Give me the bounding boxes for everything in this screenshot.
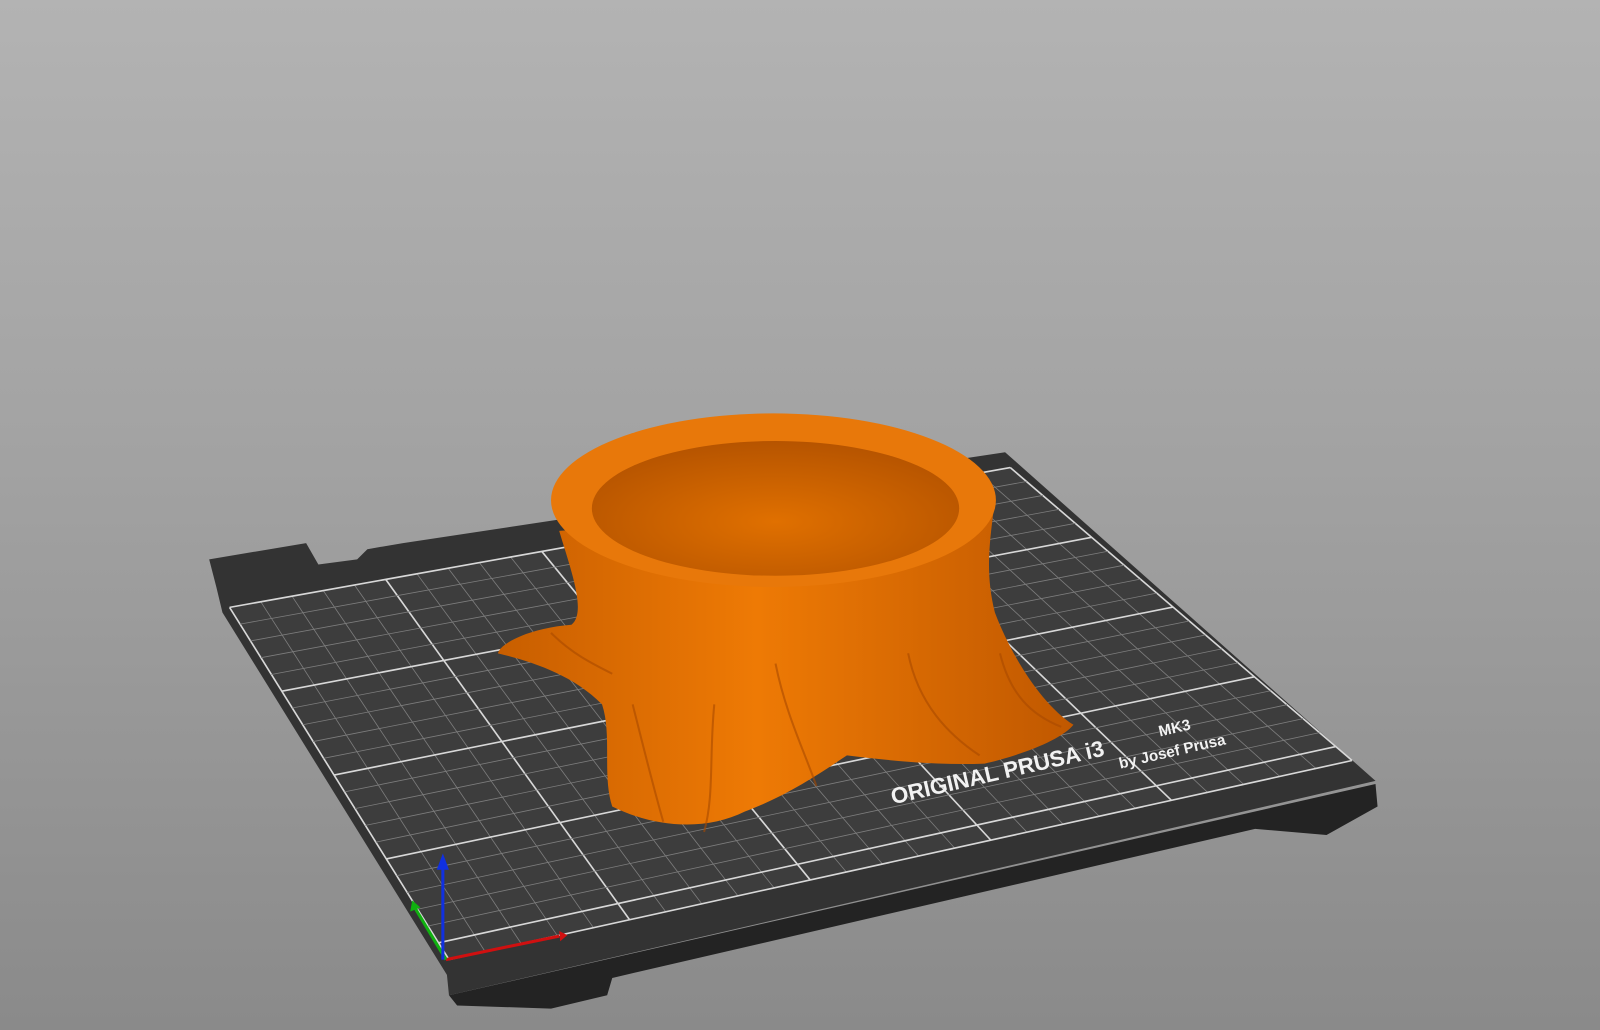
3d-viewport[interactable]: ORIGINAL PRUSA i3 MK3 by Josef Prusa [0, 0, 1600, 1030]
model-cavity [591, 440, 960, 576]
